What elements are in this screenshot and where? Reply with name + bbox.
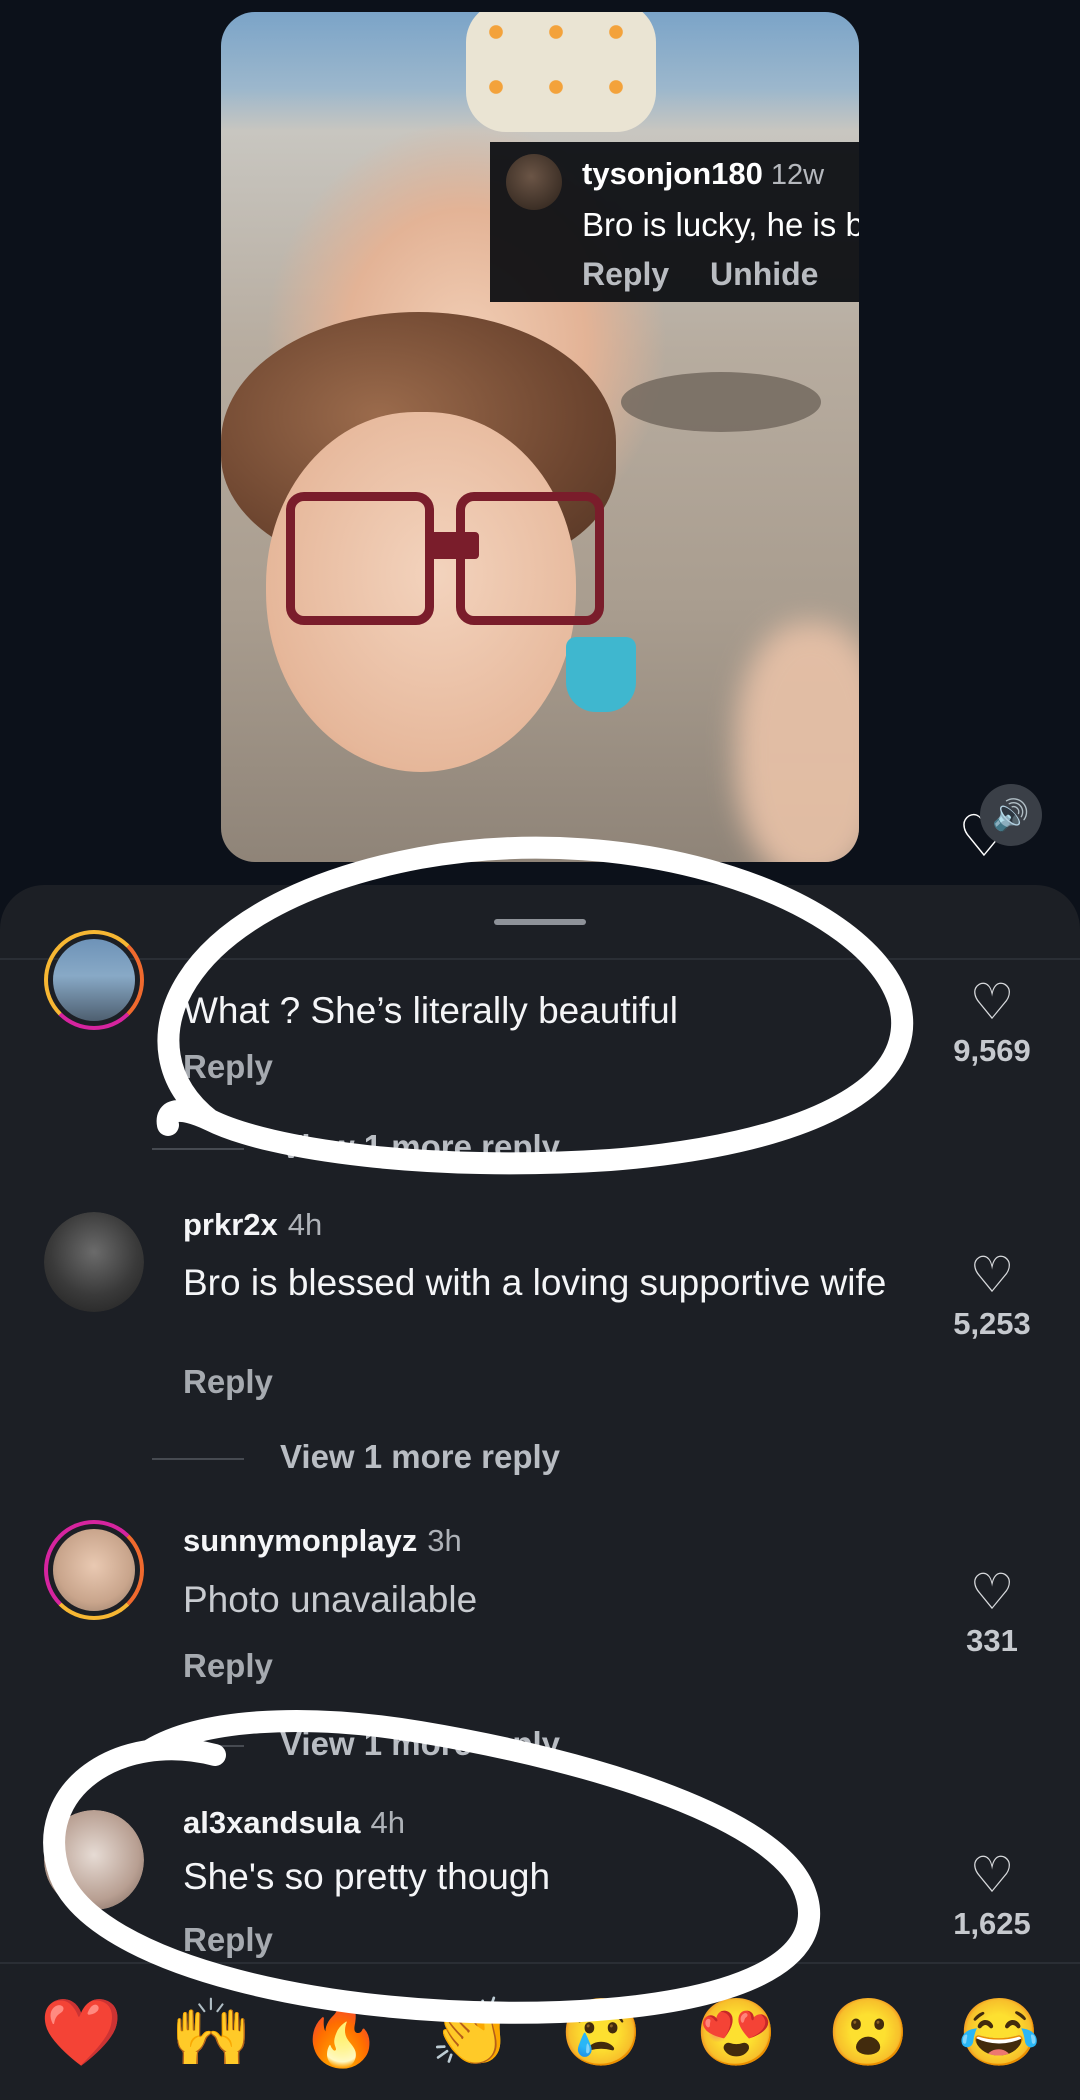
- speaker-icon[interactable]: 🔊: [980, 784, 1042, 846]
- overlay-comment-text: Bro is lucky, he is blind.: [582, 206, 859, 243]
- comment-username[interactable]: al3xandsula 4h: [183, 1805, 405, 1841]
- like-count: 5,253: [953, 1306, 1031, 1341]
- comment-username[interactable]: sunnymonplayz 3h: [183, 1523, 462, 1559]
- like-button[interactable]: ♡ 1,625: [932, 1850, 1052, 1942]
- heart-outline-icon: ♡: [969, 1247, 1015, 1303]
- laughing-emoji-button[interactable]: 😂: [958, 1992, 1040, 2072]
- overlay-username[interactable]: tysonjon180 12w: [582, 156, 824, 192]
- like-count: 1,625: [953, 1906, 1031, 1941]
- comment-username[interactable]: prkr2x 4h: [183, 1207, 322, 1243]
- view-more-replies[interactable]: View 1 more reply: [152, 1128, 560, 1166]
- avatar[interactable]: [44, 930, 144, 1030]
- avatar[interactable]: [44, 1520, 144, 1620]
- unhide-button[interactable]: Unhide: [710, 256, 818, 292]
- heart-outline-icon: ♡: [969, 1564, 1015, 1620]
- comment-text: Photo unavailable: [183, 1579, 478, 1620]
- like-button[interactable]: ♡ 331: [932, 1567, 1052, 1659]
- overlay-time: 12w: [770, 159, 825, 191]
- reply-button[interactable]: Reply: [582, 256, 669, 292]
- avatar[interactable]: [44, 1212, 144, 1312]
- comment-text: What ? She’s literally beautiful: [183, 990, 678, 1031]
- comment-time: 3h: [427, 1523, 462, 1558]
- comment-time: 4h: [287, 1207, 323, 1242]
- comment-time: 4h: [370, 1805, 405, 1840]
- heart-emoji-button[interactable]: ❤️: [40, 1992, 122, 2072]
- hidden-comment-overlay: tysonjon18012w Bro is lucky, he is blind…: [490, 142, 859, 302]
- emoji-reaction-bar: ❤️ 🙌 🔥 👏 😢 😍 😮 😂: [0, 1962, 1080, 2100]
- surprised-emoji-button[interactable]: 😮: [827, 1992, 909, 2072]
- avatar[interactable]: [44, 1810, 144, 1910]
- blurred-child: [736, 622, 859, 862]
- background-person: [466, 12, 656, 132]
- heart-outline-icon: ♡: [969, 974, 1015, 1030]
- drag-handle[interactable]: [494, 919, 586, 925]
- like-count: 9,569: [953, 1033, 1031, 1068]
- avatar[interactable]: [506, 154, 562, 210]
- reply-button[interactable]: Reply: [183, 1363, 273, 1401]
- overlay-actions: Reply Unhide: [582, 256, 850, 293]
- view-more-replies[interactable]: View 1 more reply: [152, 1725, 560, 1763]
- toy-bucket: [566, 637, 636, 712]
- divider: [0, 958, 1080, 960]
- sand-shadow: [621, 372, 821, 432]
- reply-button[interactable]: Reply: [183, 1048, 273, 1086]
- video-player[interactable]: tysonjon18012w Bro is lucky, he is blind…: [221, 12, 859, 862]
- crying-emoji-button[interactable]: 😢: [560, 1992, 642, 2072]
- like-count: 331: [966, 1623, 1018, 1658]
- comment-text: Bro is blessed with a loving supportive …: [183, 1262, 887, 1303]
- raised-hands-emoji-button[interactable]: 🙌: [170, 1992, 252, 2072]
- like-button[interactable]: ♡ 5,253: [932, 1250, 1052, 1342]
- like-button[interactable]: ♡ 9,569: [932, 977, 1052, 1069]
- reply-button[interactable]: Reply: [183, 1647, 273, 1685]
- clap-emoji-button[interactable]: 👏: [430, 1992, 512, 2072]
- heart-outline-icon: ♡: [969, 1847, 1015, 1903]
- comments-sheet: What ? She’s literally beautiful Reply ♡…: [0, 885, 1080, 2098]
- glasses: [286, 492, 604, 625]
- heart-eyes-emoji-button[interactable]: 😍: [695, 1992, 777, 2072]
- reply-button[interactable]: Reply: [183, 1921, 273, 1959]
- view-more-replies[interactable]: View 1 more reply: [152, 1438, 560, 1476]
- fire-emoji-button[interactable]: 🔥: [300, 1992, 382, 2072]
- comment-text: She's so pretty though: [183, 1856, 551, 1897]
